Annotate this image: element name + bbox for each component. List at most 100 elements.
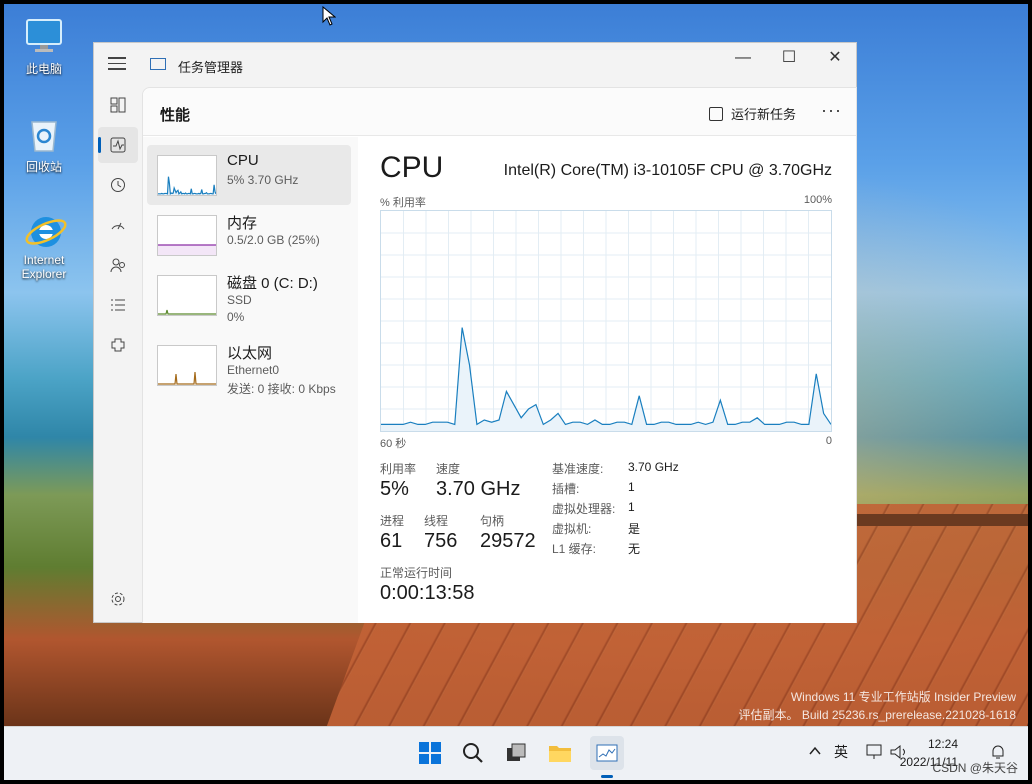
- watermark-line1: Windows 11 专业工作站版 Insider Preview: [790, 690, 1016, 704]
- run-task-icon: [709, 106, 723, 121]
- window-title: 任务管理器: [178, 60, 244, 75]
- title-bar[interactable]: 任务管理器 — ☐ ✕: [94, 43, 856, 87]
- spec-value: 1: [628, 480, 635, 494]
- memory-thumbnail-graph: [157, 215, 217, 256]
- clock-time: 12:24: [927, 737, 958, 751]
- graph-zero-label: 0: [825, 435, 832, 447]
- resource-name: 以太网: [227, 345, 273, 362]
- run-new-task-button[interactable]: 运行新任务: [709, 104, 796, 123]
- active-app-indicator: [601, 775, 613, 778]
- task-manager-taskbar-icon[interactable]: [590, 736, 624, 770]
- more-options-button[interactable]: ···: [821, 100, 842, 121]
- resource-sub: 5% 3.70 GHz: [227, 173, 299, 187]
- page-title: 性能: [160, 107, 191, 124]
- monitor-icon: [24, 16, 64, 56]
- nav-users-icon[interactable]: [98, 247, 138, 283]
- network-icon[interactable]: [866, 744, 884, 763]
- watermark-line2: 评估副本。 Build 25236.rs_prerelease.221028-1…: [738, 708, 1017, 722]
- spec-key: 基准速度:: [552, 462, 604, 476]
- nav-startup-icon[interactable]: [98, 207, 138, 243]
- nav-app-history-icon[interactable]: [98, 167, 138, 203]
- cpu-detail-panel: CPU Intel(R) Core(TM) i3-10105F CPU @ 3.…: [358, 137, 856, 623]
- nav-services-icon[interactable]: [98, 327, 138, 363]
- spec-value: 3.70 GHz: [628, 460, 679, 474]
- ethernet-thumbnail-graph: [157, 345, 217, 386]
- desktop-icon-recycle-bin[interactable]: 回收站: [6, 114, 82, 175]
- minimize-button[interactable]: —: [720, 43, 766, 73]
- nav-processes-icon[interactable]: [98, 87, 138, 123]
- nav-settings-gear-icon[interactable]: [98, 581, 138, 617]
- resource-item-disk[interactable]: 磁盘 0 (C: D:) SSD 0%: [147, 265, 351, 325]
- resource-item-ethernet[interactable]: 以太网 Ethernet0 发送: 0 接收: 0 Kbps: [147, 335, 351, 396]
- nav-rail: [94, 87, 142, 624]
- resource-item-cpu[interactable]: CPU 5% 3.70 GHz: [147, 145, 351, 205]
- run-task-label: 运行新任务: [731, 107, 797, 122]
- spec-key: 虚拟处理器:: [552, 502, 616, 516]
- csdn-credit: CSDN @朱天谷: [932, 761, 1018, 775]
- resource-name: 磁盘 0 (C: D:): [227, 275, 318, 292]
- spec-key: L1 缓存:: [552, 542, 597, 556]
- uptime-label: 正常运行时间: [380, 566, 453, 580]
- desktop-icon-internet-explorer[interactable]: Internet Explorer: [6, 209, 82, 281]
- mouse-cursor-icon: [322, 5, 337, 31]
- handles-value: 29572: [480, 530, 536, 552]
- threads-label: 线程: [424, 514, 449, 528]
- handles-label: 句柄: [480, 514, 505, 528]
- resource-sub-2: 发送: 0 接收: 0 Kbps: [227, 382, 336, 396]
- speed-value: 3.70 GHz: [436, 478, 521, 500]
- desktop-icon-this-pc[interactable]: 此电脑: [6, 16, 82, 77]
- resource-sub-2: 0%: [227, 310, 245, 324]
- detail-title: CPU: [380, 151, 444, 184]
- desktop-icon-label: 此电脑: [25, 62, 62, 76]
- spec-key: 插槽:: [552, 482, 580, 496]
- start-windows-icon[interactable]: [416, 739, 444, 767]
- input-language[interactable]: 英: [834, 742, 848, 762]
- speed-label: 速度: [436, 462, 461, 476]
- graph-max-label: 100%: [803, 194, 832, 206]
- threads-value: 756: [424, 530, 458, 552]
- nav-performance-icon[interactable]: [98, 127, 138, 163]
- maximize-button[interactable]: ☐: [766, 43, 812, 73]
- cpu-thumbnail-graph: [157, 155, 217, 196]
- taskbar: 英 12:24 2022/11/11 CSDN @朱天谷: [4, 726, 1028, 780]
- resource-name: CPU: [227, 152, 259, 169]
- cpu-utilization-graph: [380, 210, 832, 432]
- resource-list: CPU 5% 3.70 GHz 内存 0.5/2.0 GB (25%) 磁盘 0…: [143, 137, 358, 623]
- processes-label: 进程: [380, 514, 405, 528]
- search-icon[interactable]: [459, 739, 487, 767]
- spec-value: 1: [628, 500, 635, 514]
- task-manager-app-icon: [150, 58, 166, 70]
- cpu-usage-area: [158, 176, 216, 195]
- utilization-label: 利用率: [380, 462, 417, 476]
- recycle-bin-icon: [24, 114, 64, 154]
- content-pane: 性能 运行新任务 ··· CPU 5% 3.70 GHz 内存 0.5/2.0: [142, 87, 857, 623]
- close-button[interactable]: ✕: [812, 43, 858, 73]
- spec-value: 无: [628, 542, 641, 556]
- file-explorer-icon[interactable]: [546, 739, 574, 767]
- disk-thumbnail-graph: [157, 275, 217, 316]
- hamburger-menu-icon[interactable]: [108, 57, 126, 73]
- graph-utilization-label: % 利用率: [380, 197, 426, 209]
- resource-sub: Ethernet0: [227, 363, 280, 377]
- uptime-value: 0:00:13:58: [380, 582, 475, 604]
- tray-chevron-up-icon[interactable]: [808, 744, 822, 761]
- nav-details-icon[interactable]: [98, 287, 138, 323]
- task-view-icon[interactable]: [502, 739, 530, 767]
- processes-value: 61: [380, 530, 403, 552]
- processor-name: Intel(R) Core(TM) i3-10105F CPU @ 3.70GH…: [503, 162, 832, 179]
- internet-explorer-icon: [24, 209, 67, 249]
- task-manager-window: 任务管理器 — ☐ ✕ 性能 运行新任务 ··· CPU 5% 3.70 GHz…: [93, 42, 857, 623]
- desktop-icon-label: 回收站: [25, 160, 62, 174]
- cpu-usage-line: [158, 176, 217, 196]
- page-header: 性能 运行新任务 ···: [143, 88, 856, 136]
- wallpaper-rail: [854, 514, 1028, 526]
- spec-key: 虚拟机:: [552, 522, 592, 536]
- graph-time-axis-label: 60 秒: [380, 438, 407, 450]
- resource-sub: SSD: [227, 293, 252, 307]
- desktop-icon-label: Internet Explorer: [21, 253, 67, 281]
- resource-sub: 0.5/2.0 GB (25%): [227, 233, 320, 247]
- resource-name: 内存: [227, 215, 258, 232]
- resource-item-memory[interactable]: 内存 0.5/2.0 GB (25%): [147, 205, 351, 265]
- utilization-value: 5%: [380, 478, 409, 500]
- spec-value: 是: [628, 522, 641, 536]
